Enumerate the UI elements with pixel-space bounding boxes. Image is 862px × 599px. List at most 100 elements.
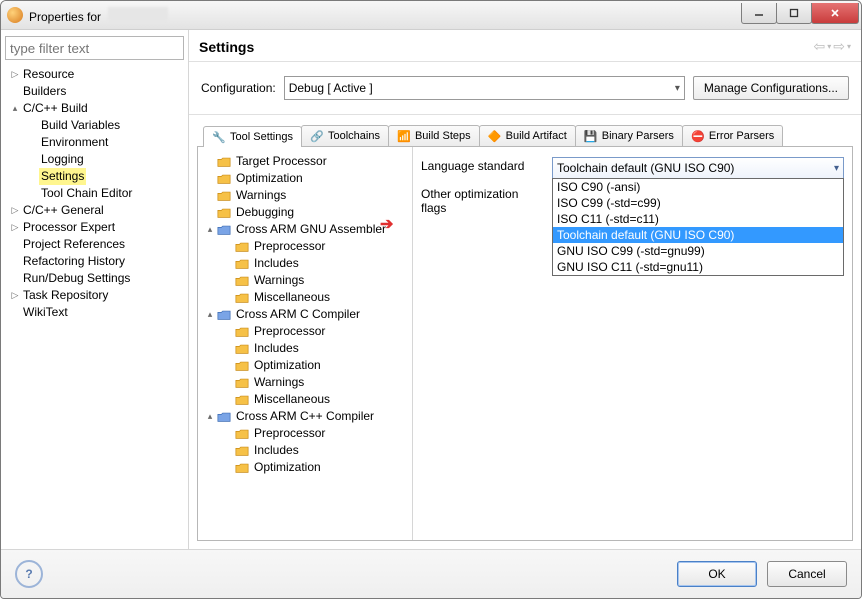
configuration-value: Debug [ Active ] bbox=[289, 81, 373, 95]
close-button[interactable] bbox=[811, 3, 859, 24]
twisty-icon[interactable]: ▷ bbox=[9, 219, 21, 236]
binary-icon: 💾 bbox=[584, 129, 598, 143]
tool-tree-item[interactable]: Includes bbox=[200, 340, 410, 357]
tree-item-label: Processor Expert bbox=[21, 219, 117, 236]
tool-tree-item-label: Includes bbox=[252, 442, 301, 459]
tree-item-label: Resource bbox=[21, 66, 76, 83]
tree-item[interactable]: WikiText bbox=[5, 304, 184, 321]
twisty-icon[interactable]: ▷ bbox=[9, 287, 21, 304]
error-icon: ⛔ bbox=[691, 129, 705, 143]
help-button[interactable]: ? bbox=[15, 560, 43, 588]
tab-binary-parsers[interactable]: 💾Binary Parsers bbox=[575, 125, 683, 146]
tab-error-parsers[interactable]: ⛔ Error Parsers bbox=[682, 125, 783, 146]
dropdown-option[interactable]: Toolchain default (GNU ISO C90) bbox=[553, 227, 843, 243]
tab-build-artifact[interactable]: 🔶Build Artifact bbox=[479, 125, 576, 146]
category-folder-icon bbox=[234, 444, 250, 458]
minimize-button[interactable] bbox=[741, 3, 777, 24]
tool-tree-item-label: Preprocessor bbox=[252, 238, 327, 255]
language-standard-selected[interactable]: Toolchain default (GNU ISO C90) bbox=[552, 157, 844, 179]
tool-tree-item[interactable]: Optimization bbox=[200, 170, 410, 187]
tool-tree-item-label: Optimization bbox=[252, 459, 323, 476]
tab-tool-settings[interactable]: 🔧Tool Settings bbox=[203, 126, 302, 147]
language-standard-popup[interactable]: ISO C90 (-ansi)ISO C99 (-std=c99)ISO C11… bbox=[552, 178, 844, 276]
ok-button[interactable]: OK bbox=[677, 561, 757, 587]
tree-item-label: C/C++ General bbox=[21, 202, 106, 219]
manage-configurations-label: Manage Configurations... bbox=[704, 81, 838, 95]
tool-tree-item[interactable]: Miscellaneous bbox=[200, 289, 410, 306]
cancel-button[interactable]: Cancel bbox=[767, 561, 847, 587]
dropdown-option[interactable]: ISO C99 (-std=c99) bbox=[553, 195, 843, 211]
dropdown-option[interactable]: ISO C90 (-ansi) bbox=[553, 179, 843, 195]
tool-settings-tree[interactable]: Target ProcessorOptimizationWarningsDebu… bbox=[198, 147, 413, 540]
tool-tree-item[interactable]: Target Processor bbox=[200, 153, 410, 170]
tool-tree-item[interactable]: Includes bbox=[200, 442, 410, 459]
dropdown-option[interactable]: GNU ISO C99 (-std=gnu99) bbox=[553, 243, 843, 259]
ok-label: OK bbox=[708, 567, 725, 581]
tab-build-steps[interactable]: 📶Build Steps bbox=[388, 125, 480, 146]
twisty-icon[interactable]: ▴ bbox=[204, 306, 216, 323]
nav-arrows: ⇦▾ ⇨▾ bbox=[814, 38, 852, 55]
language-standard-label: Language standard bbox=[421, 157, 546, 173]
tool-tree-item[interactable]: Warnings bbox=[200, 187, 410, 204]
other-flags-label: Other optimization flags bbox=[421, 185, 546, 215]
tree-item-label: Settings bbox=[39, 168, 86, 185]
tool-tree-item[interactable]: Preprocessor bbox=[200, 323, 410, 340]
tree-item[interactable]: Builders bbox=[5, 83, 184, 100]
tool-tree-item[interactable]: Includes bbox=[200, 255, 410, 272]
tool-tree-item-label: Warnings bbox=[252, 374, 306, 391]
nav-back-icon[interactable]: ⇦ bbox=[814, 38, 826, 55]
twisty-icon[interactable]: ▴ bbox=[204, 408, 216, 425]
language-standard-dropdown[interactable]: Toolchain default (GNU ISO C90) ISO C90 … bbox=[552, 157, 844, 179]
category-folder-icon bbox=[234, 257, 250, 271]
tree-item[interactable]: Refactoring History bbox=[5, 253, 184, 270]
tool-tree-item[interactable]: Optimization bbox=[200, 357, 410, 374]
tool-tree-item[interactable]: Optimization bbox=[200, 459, 410, 476]
configuration-combo[interactable]: Debug [ Active ] bbox=[284, 76, 685, 100]
nav-fwd-icon[interactable]: ⇨ bbox=[833, 38, 845, 55]
tree-item[interactable]: Tool Chain Editor bbox=[5, 185, 184, 202]
tree-item-label: Run/Debug Settings bbox=[21, 270, 132, 287]
title-bar: Properties for bbox=[1, 1, 861, 30]
maximize-button[interactable] bbox=[776, 3, 812, 24]
tool-tree-item[interactable]: Warnings bbox=[200, 374, 410, 391]
tool-tree-item[interactable]: Miscellaneous bbox=[200, 391, 410, 408]
filter-input[interactable] bbox=[5, 36, 184, 60]
twisty-icon[interactable]: ▴ bbox=[204, 221, 216, 238]
tree-item[interactable]: Project References bbox=[5, 236, 184, 253]
tab-label: Error Parsers bbox=[709, 130, 774, 142]
tool-tree-item[interactable]: Preprocessor bbox=[200, 238, 410, 255]
twisty-icon[interactable]: ▴ bbox=[9, 100, 21, 117]
twisty-icon[interactable]: ▷ bbox=[9, 202, 21, 219]
nav-back-menu-icon[interactable]: ▾ bbox=[827, 42, 831, 51]
category-folder-icon bbox=[234, 325, 250, 339]
tree-item[interactable]: Build Variables bbox=[5, 117, 184, 134]
tree-item[interactable]: ▷Task Repository bbox=[5, 287, 184, 304]
tool-tree-item[interactable]: Preprocessor bbox=[200, 425, 410, 442]
dropdown-option[interactable]: GNU ISO C11 (-std=gnu11) bbox=[553, 259, 843, 275]
tree-item[interactable]: Environment bbox=[5, 134, 184, 151]
manage-configurations-button[interactable]: Manage Configurations... bbox=[693, 76, 849, 100]
tool-tree-item-label: Optimization bbox=[234, 170, 305, 187]
dropdown-option[interactable]: ISO C11 (-std=c11) bbox=[553, 211, 843, 227]
tree-item[interactable]: ▷Resource bbox=[5, 66, 184, 83]
category-folder-icon bbox=[234, 274, 250, 288]
tree-item[interactable]: ▴C/C++ Build bbox=[5, 100, 184, 117]
tab-toolchains[interactable]: 🔗Toolchains bbox=[301, 125, 389, 146]
tool-tree-item-label: Includes bbox=[252, 340, 301, 357]
tree-item[interactable]: ▷Processor Expert bbox=[5, 219, 184, 236]
tool-tree-item[interactable]: ▴Cross ARM GNU Assembler bbox=[200, 221, 410, 238]
tree-item[interactable]: Settings bbox=[5, 168, 184, 185]
category-folder-icon bbox=[216, 189, 232, 203]
tool-tree-item[interactable]: ▴Cross ARM C++ Compiler bbox=[200, 408, 410, 425]
nav-fwd-menu-icon[interactable]: ▾ bbox=[847, 42, 851, 51]
tree-item[interactable]: Logging bbox=[5, 151, 184, 168]
category-tree[interactable]: ▷ResourceBuilders▴C/C++ BuildBuild Varia… bbox=[5, 66, 184, 543]
wrench-icon: 🔧 bbox=[212, 130, 226, 144]
tree-item[interactable]: ▷C/C++ General bbox=[5, 202, 184, 219]
tool-tree-item[interactable]: Debugging bbox=[200, 204, 410, 221]
twisty-icon[interactable]: ▷ bbox=[9, 66, 21, 83]
tool-tree-item[interactable]: Warnings bbox=[200, 272, 410, 289]
tree-item[interactable]: Run/Debug Settings bbox=[5, 270, 184, 287]
tool-folder-icon bbox=[216, 223, 232, 237]
tool-tree-item[interactable]: ▴Cross ARM C Compiler bbox=[200, 306, 410, 323]
